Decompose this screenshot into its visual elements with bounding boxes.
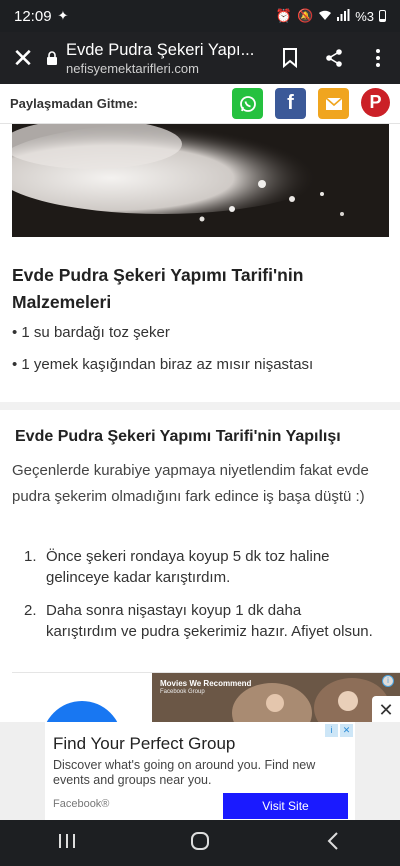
whatsapp-share-button[interactable] — [232, 88, 263, 119]
ingredient-item: 1 su bardağı toz şeker — [12, 322, 313, 354]
share-bar: Paylaşmadan Gitme: f P — [0, 84, 400, 124]
battery-icon — [379, 10, 386, 22]
inline-ad[interactable]: Movies We Recommend Facebook Group i — [12, 672, 400, 722]
close-ad-button[interactable]: ✕ — [372, 696, 400, 724]
bookmark-button[interactable] — [268, 32, 312, 84]
step-number: 2. — [24, 602, 37, 619]
home-button[interactable] — [170, 831, 230, 856]
signal-icon — [337, 8, 350, 24]
bookmark-icon — [283, 48, 297, 68]
recent-apps-icon — [58, 833, 75, 848]
status-bar: 12:09 ✦ ⏰ 🔕 %3 — [0, 0, 400, 32]
recipe-photo — [12, 124, 389, 237]
ad-info-icon[interactable]: i — [325, 724, 338, 737]
status-time: 12:09 — [14, 7, 52, 25]
step-text: Önce şekeri rondaya koyup 5 dk toz halin… — [46, 548, 330, 586]
step-text: Daha sonra nişastayı koyup 1 dk daha kar… — [46, 602, 373, 640]
page-domain: nefisyemektarifleri.com — [66, 60, 199, 76]
ad-caption: Movies We Recommend — [160, 679, 252, 688]
battery-percent: %3 — [355, 8, 374, 24]
alarm-icon: ⏰ — [275, 8, 293, 23]
ingredients-list: 1 su bardağı toz şeker 1 yemek kaşığında… — [12, 322, 313, 386]
method-intro: Geçenlerde kurabiye yapmaya niyetlendim … — [12, 462, 369, 505]
close-tab-button[interactable]: ✕ — [0, 32, 46, 84]
whatsapp-icon — [239, 95, 256, 112]
step-number: 1. — [24, 548, 37, 565]
url-area[interactable]: Evde Pudra Şekeri Yapı... nefisyemektari… — [66, 41, 268, 76]
activity-icon: ✦ — [57, 8, 69, 23]
email-icon — [324, 96, 343, 110]
email-share-button[interactable] — [318, 88, 349, 119]
ad-close-icon[interactable]: ✕ — [340, 724, 353, 737]
method-step: 2. Daha sonra nişastayı koyup 1 dk daha … — [24, 600, 374, 642]
lock-icon — [46, 51, 66, 65]
back-button[interactable] — [303, 831, 363, 855]
wifi-icon — [318, 9, 332, 24]
method-step: 1. Önce şekeri rondaya koyup 5 dk toz ha… — [24, 546, 374, 588]
ad-logo-area — [12, 673, 152, 722]
banner-ad: i ✕ Find Your Perfect Group Discover wha… — [0, 722, 400, 820]
home-icon — [190, 831, 209, 850]
pinterest-icon: P — [369, 92, 382, 112]
facebook-share-button[interactable]: f — [275, 88, 306, 119]
ad-media: Movies We Recommend Facebook Group i — [152, 673, 400, 722]
more-vert-icon — [376, 49, 380, 67]
ad-title: Find Your Perfect Group — [53, 734, 236, 753]
recent-apps-button[interactable] — [37, 833, 97, 854]
pinterest-share-button[interactable]: P — [361, 88, 390, 117]
mute-icon: 🔕 — [297, 8, 314, 23]
ad-description: Discover what's going on around you. Fin… — [53, 758, 316, 787]
method-steps: 1. Önce şekeri rondaya koyup 5 dk toz ha… — [24, 546, 374, 654]
facebook-logo-icon — [42, 701, 122, 722]
close-icon: ✕ — [12, 43, 34, 73]
ad-card[interactable]: i ✕ Find Your Perfect Group Discover wha… — [45, 722, 355, 820]
ad-choices[interactable]: i ✕ — [325, 724, 353, 737]
share-button[interactable] — [312, 32, 356, 84]
close-icon: ✕ — [378, 699, 394, 720]
back-icon — [327, 831, 339, 850]
share-icon — [326, 49, 342, 67]
section-divider — [0, 402, 400, 410]
ad-subcaption: Facebook Group — [160, 689, 205, 695]
ad-info-icon[interactable]: i — [382, 675, 394, 687]
visit-site-button[interactable]: Visit Site — [223, 793, 348, 819]
share-label: Paylaşmadan Gitme: — [10, 96, 138, 111]
page-title: Evde Pudra Şekeri Yapı... — [66, 40, 255, 59]
facebook-icon: f — [287, 92, 294, 114]
ingredient-item: 1 yemek kaşığından biraz az mısır nişast… — [12, 354, 313, 386]
ad-brand: Facebook® — [53, 798, 110, 810]
system-nav-bar — [0, 820, 400, 866]
ingredients-heading: Evde Pudra Şekeri Yapımı Tarifi'nin Malz… — [12, 265, 304, 312]
more-menu-button[interactable] — [356, 32, 400, 84]
browser-toolbar: ✕ Evde Pudra Şekeri Yapı... nefisyemekta… — [0, 32, 400, 84]
status-icons: ⏰ 🔕 %3 — [276, 8, 386, 24]
method-heading: Evde Pudra Şekeri Yapımı Tarifi'nin Yapı… — [15, 428, 341, 445]
